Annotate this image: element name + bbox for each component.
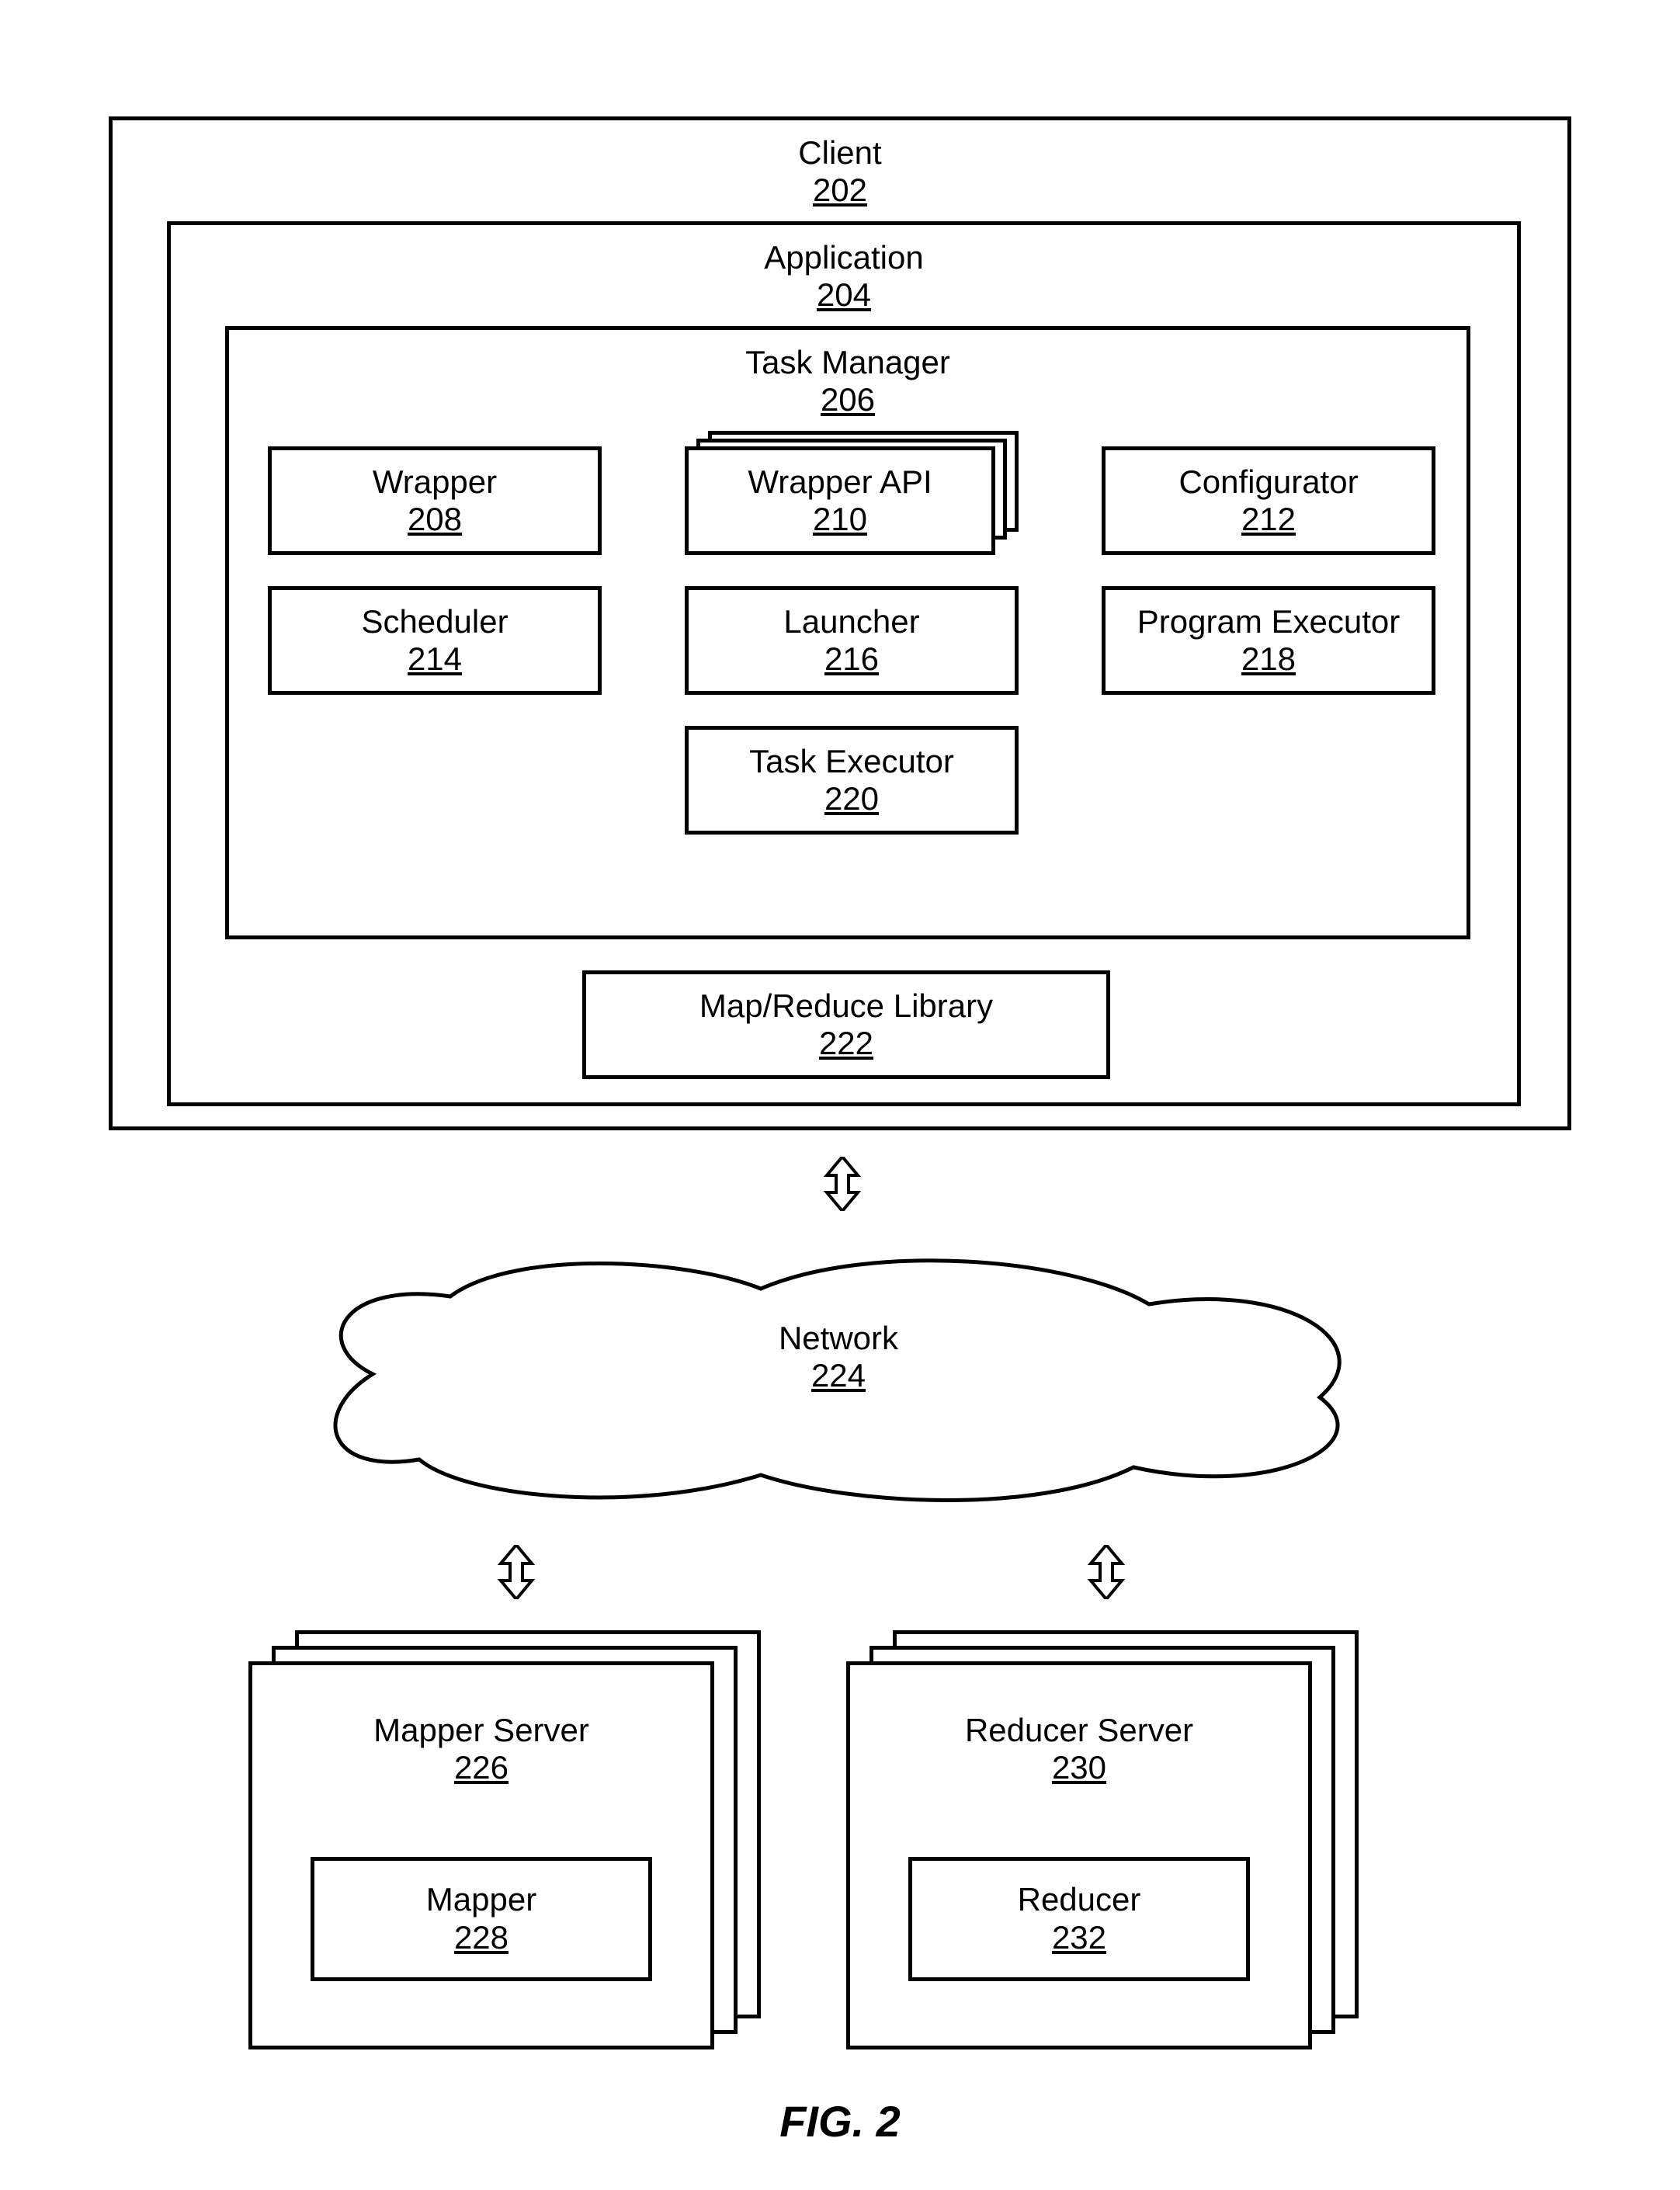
task-manager-box: Task Manager 206 Wrapper 208 xyxy=(225,326,1470,939)
task-manager-grid: Wrapper 208 Wrapper API 210 xyxy=(268,446,1435,866)
network-num: 224 xyxy=(279,1357,1397,1394)
network-label: Network 224 xyxy=(279,1320,1397,1395)
mapper-server-num: 226 xyxy=(454,1749,509,1786)
wrapper-num: 208 xyxy=(408,501,462,538)
application-title: Application xyxy=(171,239,1517,276)
mapper-title: Mapper xyxy=(426,1881,536,1918)
figure-caption: FIG. 2 xyxy=(0,2096,1680,2147)
program-executor-num: 218 xyxy=(1241,640,1296,678)
task-manager-num: 206 xyxy=(229,381,1467,418)
client-network-arrow-icon xyxy=(823,1157,862,1215)
map-reduce-library-num: 222 xyxy=(819,1025,873,1062)
task-manager-header: Task Manager 206 xyxy=(229,336,1467,424)
network-title: Network xyxy=(279,1320,1397,1357)
client-box: Client 202 Application 204 Task Manager … xyxy=(109,116,1571,1130)
application-box: Application 204 Task Manager 206 Wrapper… xyxy=(167,221,1521,1106)
client-num: 202 xyxy=(113,172,1567,209)
tm-row-3: Task Executor 220 xyxy=(268,726,1435,835)
reducer-server-box: Reducer Server 230 Reducer 232 xyxy=(846,1661,1312,2049)
reducer-title: Reducer xyxy=(1018,1881,1141,1918)
wrapper-api-num: 210 xyxy=(813,501,867,538)
mapper-box: Mapper 228 xyxy=(311,1857,652,1981)
reducer-num: 232 xyxy=(1052,1919,1106,1956)
launcher-box: Launcher 216 xyxy=(685,586,1019,695)
task-executor-box: Task Executor 220 xyxy=(685,726,1019,835)
wrapper-box: Wrapper 208 xyxy=(268,446,602,555)
wrapper-api-stack: Wrapper API 210 xyxy=(685,446,1019,555)
network-cloud: Network 224 xyxy=(279,1234,1397,1514)
configurator-box: Configurator 212 xyxy=(1102,446,1435,555)
program-executor-title: Program Executor xyxy=(1137,603,1400,640)
scheduler-box: Scheduler 214 xyxy=(268,586,602,695)
scheduler-num: 214 xyxy=(408,640,462,678)
reducer-server-num: 230 xyxy=(1052,1749,1106,1786)
scheduler-title: Scheduler xyxy=(361,603,508,640)
program-executor-box: Program Executor 218 xyxy=(1102,586,1435,695)
wrapper-title: Wrapper xyxy=(373,463,497,501)
mapper-num: 228 xyxy=(454,1919,509,1956)
wrapper-api-box: Wrapper API 210 xyxy=(685,446,995,555)
launcher-num: 216 xyxy=(824,640,879,678)
configurator-title: Configurator xyxy=(1178,463,1358,501)
mapper-server-stack: Mapper Server 226 Mapper 228 xyxy=(248,1630,776,2049)
application-num: 204 xyxy=(171,276,1517,314)
reducer-server-stack: Reducer Server 230 Reducer 232 xyxy=(846,1630,1374,2049)
tm-row-1: Wrapper 208 Wrapper API 210 xyxy=(268,446,1435,555)
network-mapper-arrow-icon xyxy=(497,1545,536,1603)
mapper-server-title: Mapper Server xyxy=(373,1712,589,1749)
tm-row-2: Scheduler 214 Launcher 216 Program Execu… xyxy=(268,586,1435,695)
diagram-canvas: Client 202 Application 204 Task Manager … xyxy=(109,116,1571,1130)
task-executor-num: 220 xyxy=(824,780,879,817)
map-reduce-library-title: Map/Reduce Library xyxy=(699,987,993,1025)
reducer-box: Reducer 232 xyxy=(908,1857,1250,1981)
network-reducer-arrow-icon xyxy=(1087,1545,1126,1603)
client-header: Client 202 xyxy=(113,127,1567,214)
configurator-num: 212 xyxy=(1241,501,1296,538)
mapper-server-box: Mapper Server 226 Mapper 228 xyxy=(248,1661,714,2049)
map-reduce-library-box: Map/Reduce Library 222 xyxy=(582,970,1110,1079)
client-title: Client xyxy=(113,134,1567,172)
wrapper-api-title: Wrapper API xyxy=(748,463,932,501)
task-manager-title: Task Manager xyxy=(229,344,1467,381)
launcher-title: Launcher xyxy=(783,603,919,640)
reducer-server-title: Reducer Server xyxy=(965,1712,1193,1749)
task-executor-title: Task Executor xyxy=(749,743,954,780)
application-header: Application 204 xyxy=(171,231,1517,319)
